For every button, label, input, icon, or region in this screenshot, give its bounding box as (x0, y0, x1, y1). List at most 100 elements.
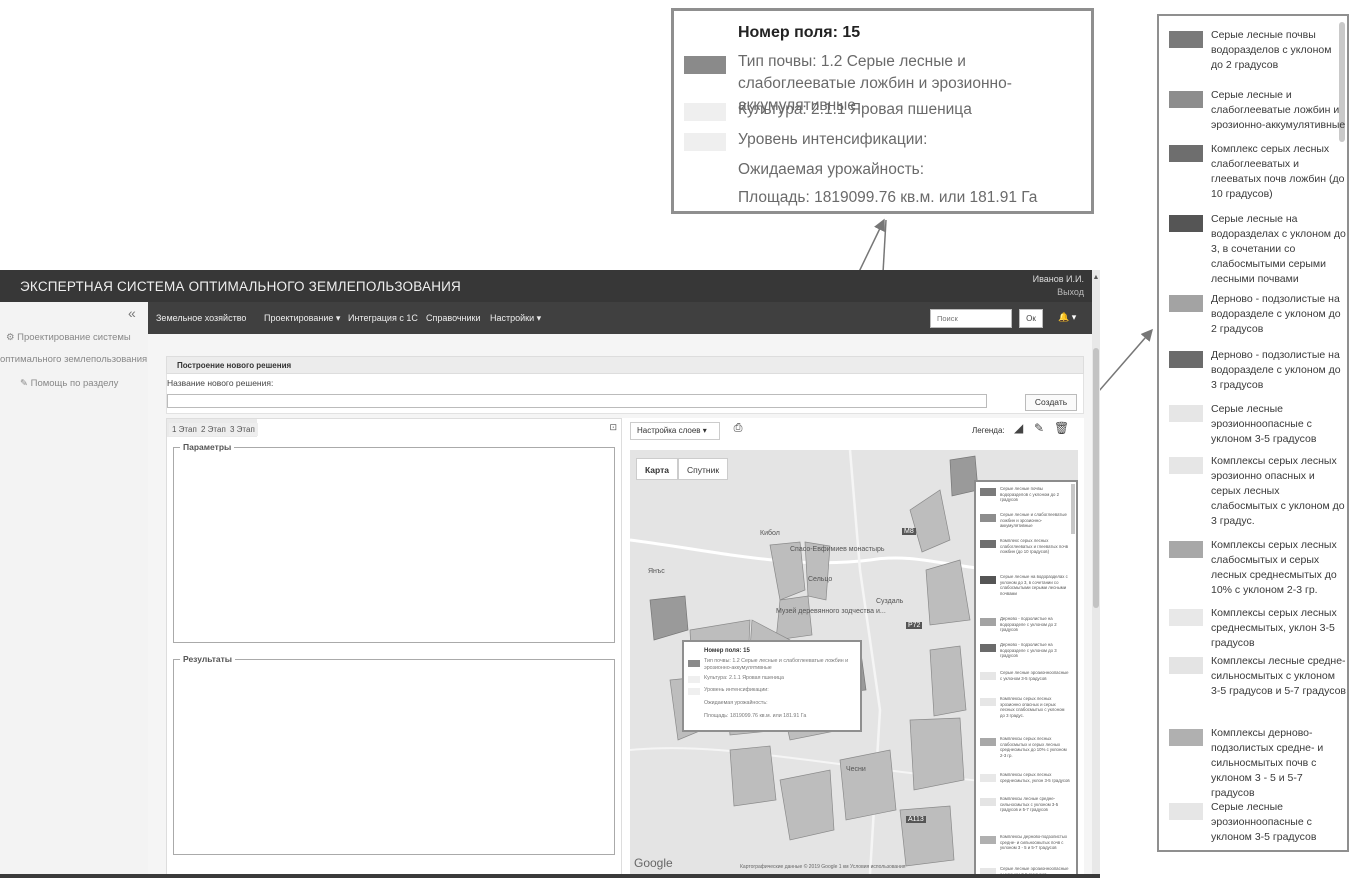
scroll-thumb[interactable] (1093, 348, 1099, 608)
legend-swatch (1169, 457, 1203, 474)
solution-name-label: Название нового решения: (167, 378, 274, 388)
sidebar-item-design[interactable]: ⚙ Проектирование системы (6, 330, 154, 346)
legend-swatch (980, 738, 996, 746)
legend-swatch (980, 798, 996, 806)
sidebar-item-help[interactable]: ✎ Помощь по разделу (20, 376, 168, 392)
collapse-sidebar-icon[interactable]: « (128, 305, 136, 321)
parameters-legend: Параметры (180, 442, 235, 452)
legend-label: Легенда: (972, 426, 1005, 435)
results-legend: Результаты (180, 654, 236, 664)
legend-scrollbar[interactable] (1071, 484, 1075, 534)
stages-panel: 1 Этап 2 Этап 3 Этап ⊡ Параметры Результ… (166, 418, 622, 878)
legend-text: Серые лесные на водоразделах с уклоном д… (1000, 574, 1068, 596)
nav-land-economy[interactable]: Земельное хозяйство (156, 313, 246, 323)
soil-swatch (688, 660, 700, 667)
field-number: Номер поля: 15 (704, 648, 750, 654)
create-button[interactable]: Создать (1025, 394, 1077, 411)
legend-swatch (1169, 609, 1203, 626)
nav-references[interactable]: Справочники (426, 313, 481, 323)
nav-1c-integration[interactable]: Интеграция с 1С (348, 313, 418, 323)
scroll-up-icon[interactable]: ▲ (1092, 274, 1100, 281)
new-solution-body: Название нового решения: Создать (166, 374, 1084, 414)
maximize-icon[interactable]: ⊡ (609, 422, 617, 433)
map-view[interactable]: Карта Спутник Кибол Спасо-Евфимиев монас… (630, 450, 1078, 874)
intensity-swatch (684, 133, 726, 151)
logout-link[interactable]: Выход (1057, 287, 1084, 297)
legend-text: Серые лесные эрозионноопасные с уклоном … (1211, 801, 1317, 843)
soil-swatch (684, 56, 726, 74)
map-panel: Настройка слоев ▾ ⎙ Легенда: ◢ ✎ 🗑 Карта… (622, 418, 1084, 878)
legend-swatch (1169, 91, 1203, 108)
map-type-satellite[interactable]: Спутник (678, 458, 729, 480)
legend-text: Дерново - подзолистые на водоразделе с у… (1211, 293, 1341, 335)
field-yield: Ожидаемая урожайность: (704, 700, 768, 706)
user-name[interactable]: Иванов И.И. (1033, 274, 1084, 284)
app-window: ЭКСПЕРТНАЯ СИСТЕМА ОПТИМАЛЬНОГО ЗЕМЛЕПОЛ… (0, 270, 1100, 878)
legend-text: Дерново - подзолистые на водоразделе с у… (1000, 616, 1057, 633)
crop-swatch (688, 676, 700, 683)
legend-text: Комплексы серых лесных эрозионно опасных… (1000, 696, 1065, 718)
road-label: М8 (902, 528, 916, 535)
legend-text: Комплексы серых лесных среднесмытых, укл… (1000, 772, 1070, 783)
place-label: Чесни (846, 766, 866, 773)
legend-text: Комплексы лесные средне- сильносмытых с … (1211, 655, 1346, 697)
legend-text: Комплексы дерново-подзолистых средне- и … (1211, 727, 1324, 799)
page-scrollbar[interactable]: ▲ (1092, 270, 1100, 878)
field-info-zoom: Номер поля: 15 Тип почвы: 1.2 Серые лесн… (671, 8, 1094, 214)
legend-swatch (1169, 657, 1203, 674)
search-button[interactable]: Ок (1019, 309, 1043, 328)
place-label: Музей деревянного зодчества и... (776, 608, 886, 615)
legend-swatch (980, 576, 996, 584)
legend-text: Комплексы серых лесных среднесмытых, укл… (1211, 607, 1337, 649)
legend-swatch (1169, 405, 1203, 422)
fill-icon[interactable]: ◢ (1014, 421, 1023, 435)
print-icon[interactable]: ⎙ (730, 422, 746, 440)
legend-text: Комплексы серых лесных слабосмытых и сер… (1211, 539, 1337, 596)
nav-settings[interactable]: Настройки ▾ (490, 313, 541, 324)
legend-text: Дерново - подзолистые на водоразделе с у… (1000, 642, 1057, 659)
legend-text: Дерново - подзолистые на водоразделе с у… (1211, 349, 1341, 391)
road-label: Р72 (906, 622, 923, 629)
field-intensity: Уровень интенсификации: (738, 131, 928, 148)
sidebar-item-design-cont[interactable]: оптимального землепользования (0, 352, 148, 368)
field-soil: Тип почвы: 1.2 Серые лесные и слабоглеев… (704, 658, 849, 671)
place-label: Суздаль (876, 598, 904, 605)
place-label: Спасо-Евфимиев монастырь (790, 546, 885, 553)
field-intensity: Уровень интенсификации: (704, 687, 769, 693)
legend-text: Комплексы серых лесных слабосмытых и сер… (1000, 736, 1067, 758)
brush-icon[interactable]: ✎ (1034, 421, 1044, 435)
legend-text: Комплекс серых лесных слабоглееватых и г… (1000, 538, 1069, 555)
legend-swatch (980, 836, 996, 844)
intensity-swatch (688, 688, 700, 695)
legend-swatch (980, 644, 996, 652)
legend-swatch (980, 618, 996, 626)
field-crop: Культура: 2.1.1 Яровая пшеница (738, 101, 972, 118)
legend-swatch (1169, 215, 1203, 232)
edit-icon: ✎ (20, 378, 31, 389)
legend-text: Комплексы серых лесных эрозионно опасных… (1211, 455, 1345, 527)
field-yield: Ожидаемая урожайность: (738, 161, 925, 178)
layers-settings-button[interactable]: Настройка слоев ▾ (630, 422, 720, 440)
legend-swatch (1169, 31, 1203, 48)
solution-name-input[interactable] (167, 394, 987, 408)
legend-swatch (1169, 351, 1203, 368)
legend-text: Серые лесные эрозионноопасные с уклоном … (1211, 403, 1317, 445)
trash-icon[interactable]: 🗑 (1054, 421, 1069, 435)
notifications-bell-icon[interactable]: 🔔 ▾ (1058, 312, 1076, 323)
legend-text: Серые лесные эрозионноопасные с уклоном … (1000, 866, 1069, 874)
map-legend: Серые лесные почвы водоразделов с уклоно… (974, 480, 1078, 874)
legend-text: Серые лесные почвы водоразделов с уклоно… (1000, 486, 1059, 503)
legend-text: Комплексы дерново-подзолистых средне- и … (1000, 834, 1068, 851)
nav-design[interactable]: Проектирование ▾ (264, 313, 340, 324)
google-logo: Google (634, 856, 673, 870)
search-input[interactable] (930, 309, 1012, 328)
tab-stage-1[interactable]: 1 Этап (169, 423, 200, 436)
legend-swatch (980, 672, 996, 680)
parameters-fieldset: Параметры (173, 442, 615, 643)
tab-stage-3[interactable]: 3 Этап (227, 423, 258, 436)
map-attribution[interactable]: Картографические данные © 2019 Google 1 … (740, 864, 905, 870)
legend-text: Серые лесные и слабоглееватые ложбин и э… (1000, 512, 1067, 529)
legend-text: Серые лесные почвы водоразделов с уклоно… (1211, 29, 1332, 71)
tab-stage-2[interactable]: 2 Этап (198, 423, 229, 436)
map-type-map[interactable]: Карта (636, 458, 678, 480)
